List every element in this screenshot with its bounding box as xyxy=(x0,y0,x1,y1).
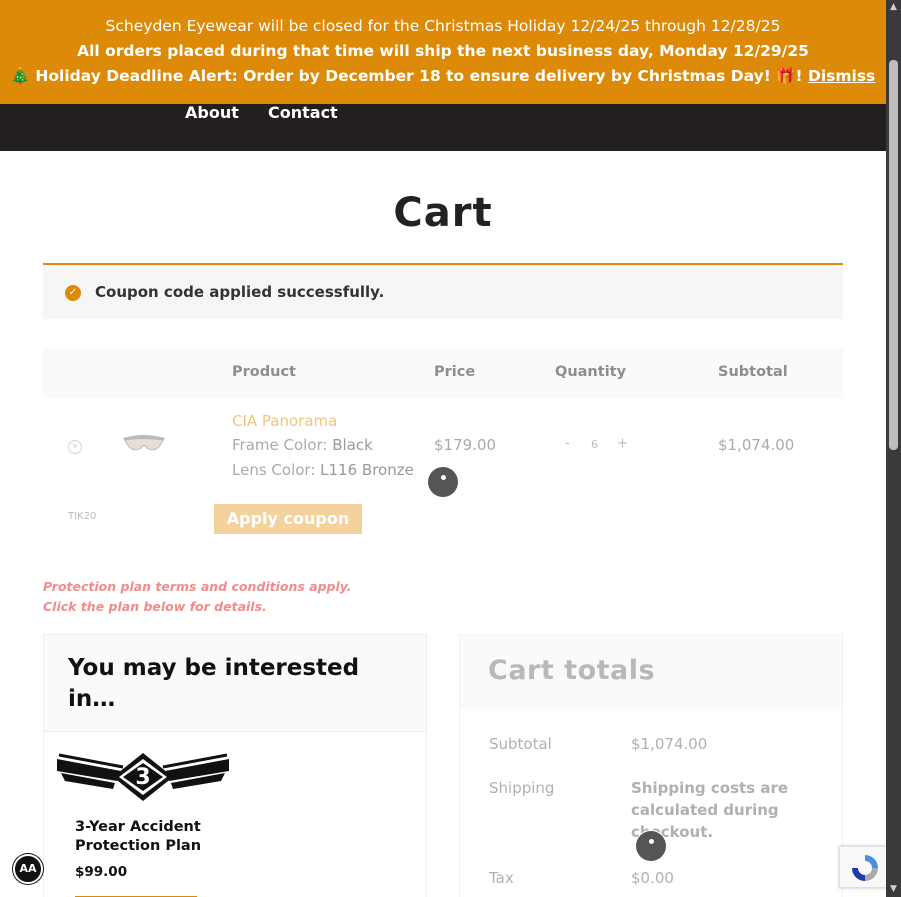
frame-color-value: Black xyxy=(332,436,373,454)
banner-line-3: 🎄 Holiday Deadline Alert: Order by Decem… xyxy=(0,64,886,89)
header-product: Product xyxy=(232,364,296,380)
plan-note-line-1: Protection plan terms and conditions app… xyxy=(43,579,352,594)
cart-totals-title: Cart totals xyxy=(488,655,656,686)
quantity-decrease-button[interactable]: - xyxy=(565,436,570,451)
frame-color-label: Frame Color: xyxy=(232,436,328,454)
main-nav: About Contact xyxy=(0,104,886,151)
accessibility-button[interactable]: AA xyxy=(13,854,43,884)
totals-subtotal-value: $1,074.00 xyxy=(631,735,708,753)
nav-item-about[interactable]: About xyxy=(185,104,239,121)
coupon-success-notice: ✓ Coupon code applied successfully. xyxy=(43,263,843,319)
header-subtotal: Subtotal xyxy=(718,364,788,380)
quantity-increase-button[interactable]: + xyxy=(617,436,628,451)
item-subtotal: $1,074.00 xyxy=(718,436,795,454)
totals-shipping-label: Shipping xyxy=(489,779,555,797)
lens-color-attribute: Lens Color: L116 Bronze xyxy=(232,461,414,479)
quantity-input[interactable]: 6 xyxy=(591,438,598,451)
notice-message: Coupon code applied successfully. xyxy=(95,283,385,301)
page-scrollbar[interactable]: ▲ ▼ xyxy=(886,0,901,897)
protection-plan-note: Protection plan terms and conditions app… xyxy=(43,577,352,617)
recaptcha-icon xyxy=(852,855,878,881)
totals-tax-label: Tax xyxy=(489,869,514,887)
totals-tax-value: $0.00 xyxy=(631,869,674,887)
banner-line-1: Scheyden Eyewear will be closed for the … xyxy=(105,17,781,35)
lens-color-label: Lens Color: xyxy=(232,461,316,479)
cart-totals-header: Cart totals xyxy=(460,635,842,709)
recaptcha-badge[interactable] xyxy=(839,846,889,888)
cross-sell-box: You may be interested in… 3 3-Year Accid… xyxy=(43,634,427,897)
totals-subtotal-label: Subtotal xyxy=(489,735,552,753)
header-quantity: Quantity xyxy=(555,364,627,380)
page-title: Cart xyxy=(393,190,493,236)
check-circle-icon: ✓ xyxy=(65,285,81,301)
product-name-link[interactable]: CIA Panorama xyxy=(232,412,337,430)
remove-item-icon[interactable]: ✕ xyxy=(68,440,82,454)
cross-sell-title: You may be interested in… xyxy=(68,655,360,712)
lens-color-value: L116 Bronze xyxy=(320,461,414,479)
item-price: $179.00 xyxy=(434,436,497,454)
protection-plan-badge-icon[interactable]: 3 xyxy=(57,751,229,803)
nav-item-contact[interactable]: Contact xyxy=(268,104,338,121)
scrollbar-thumb[interactable] xyxy=(889,60,898,450)
product-thumbnail[interactable] xyxy=(121,428,167,458)
frame-color-attribute: Frame Color: Black xyxy=(232,436,373,454)
cart-table-header: Product Price Quantity Subtotal xyxy=(43,348,843,398)
apply-coupon-button[interactable]: Apply coupon xyxy=(214,504,362,534)
badge-number: 3 xyxy=(135,765,150,790)
plan-note-line-2: Click the plan below for details. xyxy=(43,599,267,614)
banner-line-3-text: 🎄 Holiday Deadline Alert: Order by Decem… xyxy=(10,67,803,85)
loading-spinner-icon xyxy=(428,467,458,497)
header-price: Price xyxy=(434,364,476,380)
cross-sell-header: You may be interested in… xyxy=(44,635,426,732)
dismiss-link[interactable]: Dismiss xyxy=(808,67,875,85)
banner-line-2: All orders placed during that time will … xyxy=(77,42,809,60)
protection-plan-price: $99.00 xyxy=(75,864,128,880)
scroll-down-icon[interactable]: ▼ xyxy=(886,882,901,897)
coupon-code-input[interactable]: TIK20 xyxy=(68,511,188,522)
scroll-up-icon[interactable]: ▲ xyxy=(886,0,901,15)
loading-spinner-icon xyxy=(636,831,666,861)
protection-plan-title[interactable]: 3-Year Accident Protection Plan xyxy=(75,818,235,856)
holiday-banner: Scheyden Eyewear will be closed for the … xyxy=(0,0,886,104)
page: Scheyden Eyewear will be closed for the … xyxy=(0,0,886,897)
